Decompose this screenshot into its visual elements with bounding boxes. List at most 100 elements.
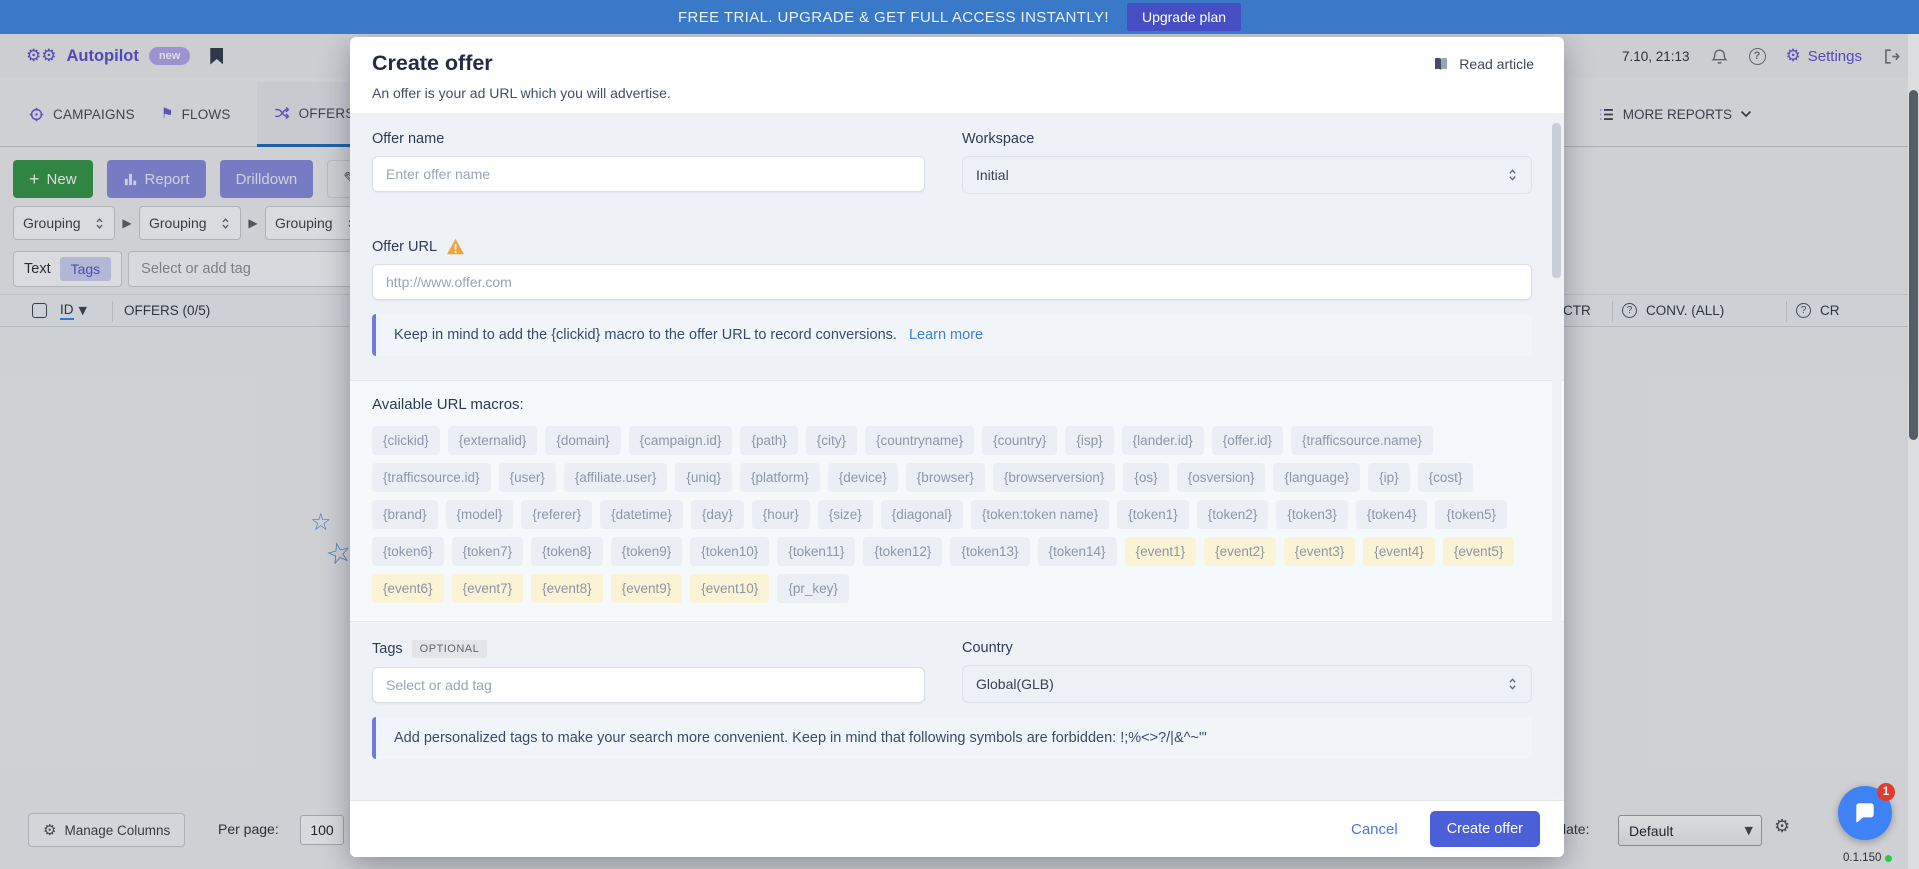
workspace-select[interactable]: Initial [962,156,1532,194]
macro-chip[interactable]: {token9} [611,537,683,566]
page-scrollbar-thumb[interactable] [1909,90,1918,440]
tags-note: Add personalized tags to make your searc… [372,717,1532,759]
macro-chip[interactable]: {browserversion} [993,463,1116,492]
country-select[interactable]: Global(GLB) [962,665,1532,703]
macro-chip[interactable]: {token10} [690,537,769,566]
modal-title: Create offer [372,51,1538,76]
macro-chip[interactable]: {event10} [690,574,769,603]
modal-footer: Cancel Create offer [350,800,1564,857]
macro-chip[interactable]: {event4} [1363,537,1435,566]
macro-chip[interactable]: {brand} [372,500,438,529]
macro-chip[interactable]: {device} [828,463,898,492]
chat-button[interactable]: 1 [1838,786,1892,840]
create-offer-button[interactable]: Create offer [1430,811,1540,847]
macro-chip[interactable]: {trafficsource.id} [372,463,491,492]
updown-icon [1507,167,1518,183]
macro-chip[interactable]: {os} [1123,463,1168,492]
page-scrollbar[interactable] [1908,34,1919,869]
cancel-button[interactable]: Cancel [1345,820,1404,839]
country-label: Country [962,640,1532,656]
version-number: 0.1.150 [1843,852,1881,864]
macro-chip[interactable]: {model} [446,500,514,529]
macro-chip[interactable]: {token13} [950,537,1029,566]
modal-scrollbar-thumb[interactable] [1552,123,1561,278]
macro-chip[interactable]: {countryname} [865,426,974,455]
chat-unread-badge: 1 [1877,783,1895,801]
status-dot [1885,855,1892,862]
macro-chip[interactable]: {event8} [531,574,603,603]
clickid-note-text: Keep in mind to add the {clickid} macro … [394,327,897,343]
macro-chip[interactable]: {clickid} [372,426,440,455]
macro-chip[interactable]: {isp} [1065,426,1113,455]
tags-note-text: Add personalized tags to make your searc… [394,730,1207,746]
macro-chip[interactable]: {size} [818,500,873,529]
macro-chip[interactable]: {event9} [611,574,683,603]
macro-chip-list: {clickid} {externalid}{domain} {campaign.i… [372,426,1532,603]
macro-chip[interactable]: {diagonal} [881,500,963,529]
macro-chip[interactable]: {pr_key} [777,574,849,603]
country-select-value: Global(GLB) [976,676,1054,692]
offer-name-label: Offer name [372,131,925,147]
macro-chip[interactable]: {token14} [1038,537,1117,566]
macro-chip[interactable]: {token2} [1197,500,1269,529]
offer-name-input[interactable] [372,156,925,192]
macro-chip[interactable]: {cost} [1418,463,1474,492]
macro-chip[interactable]: {offer.id} [1212,426,1283,455]
macro-chip[interactable]: {ip} [1368,463,1410,492]
macro-chip[interactable]: {event7} [452,574,524,603]
read-article-label: Read article [1459,56,1534,72]
macro-chip[interactable]: {datetime} [600,500,683,529]
upgrade-plan-button[interactable]: Upgrade plan [1127,3,1241,31]
macro-chip[interactable]: {token8} [531,537,603,566]
macro-chip[interactable]: {event3} [1284,537,1356,566]
macro-chip[interactable]: {city} [806,426,857,455]
macro-chip[interactable]: {event2} [1204,537,1276,566]
macro-chip[interactable]: {user} [499,463,556,492]
macro-chip[interactable]: {domain} [545,426,620,455]
modal-header: Create offer An offer is your ad URL whi… [350,37,1564,101]
macro-chip[interactable]: {uniq} [675,463,732,492]
macro-chip[interactable]: {lander.id} [1122,426,1204,455]
macro-chip[interactable]: {externalid} [448,426,538,455]
macro-chip[interactable]: {event1} [1125,537,1197,566]
macro-chip[interactable]: {platform} [740,463,820,492]
read-article-link[interactable]: Read article [1431,55,1534,73]
macro-chip[interactable]: {browser} [906,463,985,492]
modal-scrollbar[interactable] [1552,115,1561,797]
macro-chip[interactable]: {referer} [521,500,592,529]
trial-banner-text: FREE TRIAL. UPGRADE & GET FULL ACCESS IN… [678,9,1109,26]
macro-chip[interactable]: {token3} [1276,500,1348,529]
macro-chip[interactable]: {affiliate.user} [564,463,668,492]
macro-chip[interactable]: {token7} [452,537,524,566]
tags-label: Tags [372,641,403,657]
updown-icon [1507,676,1518,692]
macro-chip[interactable]: {language} [1273,463,1360,492]
offer-url-input[interactable] [372,264,1532,300]
macro-chip[interactable]: {token11} [777,537,855,566]
tags-input[interactable] [372,667,925,703]
macro-chip[interactable]: {token12} [863,537,942,566]
macro-chip[interactable]: {osversion} [1177,463,1266,492]
macro-chip[interactable]: {token5} [1435,500,1507,529]
learn-more-link[interactable]: Learn more [909,327,983,343]
macro-chip[interactable]: {token6} [372,537,444,566]
macro-chip[interactable]: {day} [691,500,744,529]
macro-chip[interactable]: {event5} [1443,537,1515,566]
macro-chip[interactable]: {campaign.id} [629,426,733,455]
trial-banner: FREE TRIAL. UPGRADE & GET FULL ACCESS IN… [0,0,1919,34]
macro-chip[interactable]: {trafficsource.name} [1291,426,1433,455]
macro-chip[interactable]: {token1} [1117,500,1189,529]
macro-chip[interactable]: {country} [982,426,1057,455]
version-label: 0.1.150 [1843,852,1892,864]
macro-chip[interactable]: {event6} [372,574,444,603]
macro-chip[interactable]: {token:token name} [971,500,1109,529]
macro-chip[interactable]: {hour} [752,500,810,529]
warning-icon [446,238,465,255]
workspace-label: Workspace [962,131,1532,147]
modal-body: Offer name Workspace Initial Offer URL K… [350,113,1564,800]
optional-badge: OPTIONAL [412,640,488,658]
macro-chip[interactable]: {token4} [1356,500,1428,529]
macros-section: Available URL macros: {clickid}{external… [350,380,1564,622]
macro-chip[interactable]: {path} [740,426,797,455]
offer-url-label-row: Offer URL [372,238,1532,255]
